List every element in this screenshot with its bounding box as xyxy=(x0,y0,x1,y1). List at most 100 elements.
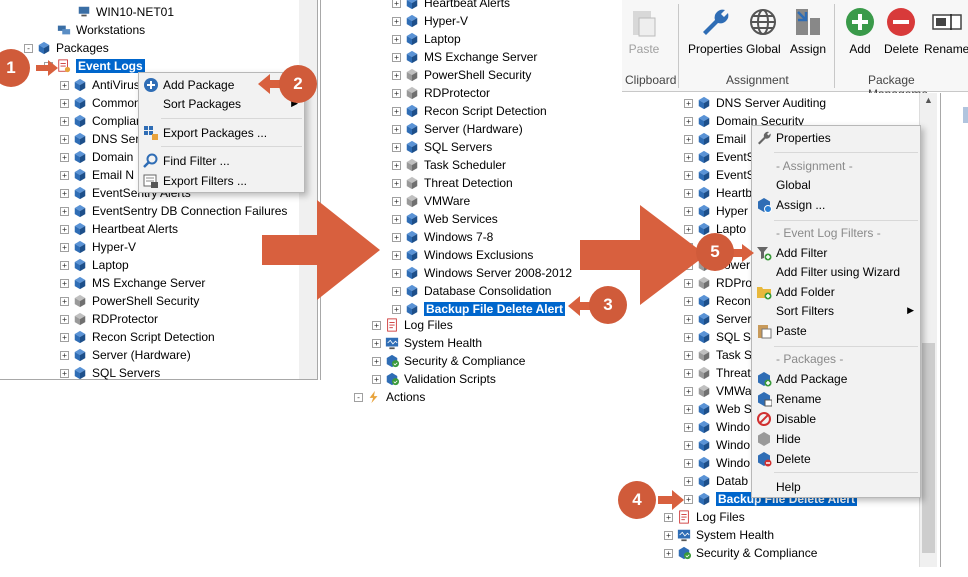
tree-item[interactable]: + PowerShell Security xyxy=(60,292,199,310)
tree-item[interactable]: + Threat xyxy=(684,364,751,382)
expand-toggle-icon[interactable]: + xyxy=(60,332,69,342)
expand-toggle-icon[interactable]: + xyxy=(392,70,401,80)
tree-item[interactable]: + Domain xyxy=(60,148,133,166)
expand-toggle-icon[interactable]: + xyxy=(60,188,69,198)
expand-toggle-icon[interactable]: + xyxy=(392,124,401,134)
tree-item[interactable]: + EventS xyxy=(684,166,755,184)
expand-toggle-icon[interactable]: + xyxy=(684,98,693,108)
expand-toggle-icon[interactable]: + xyxy=(684,188,693,198)
expand-toggle-icon[interactable]: + xyxy=(392,214,401,224)
ribbon-properties-button[interactable]: Properties xyxy=(688,6,743,56)
menu-item-find-filter[interactable]: Find Filter ... xyxy=(139,151,304,171)
menu-item-add-folder[interactable]: Add Folder xyxy=(752,282,920,302)
tree-item[interactable]: + RDProtector xyxy=(392,84,490,102)
expand-toggle-icon[interactable]: + xyxy=(392,268,401,278)
tree-item-security-compliance[interactable]: + Security & Compliance xyxy=(664,544,817,562)
expand-toggle-icon[interactable]: + xyxy=(392,106,401,116)
expand-toggle-icon[interactable]: + xyxy=(684,458,693,468)
menu-item-add-filter-wizard[interactable]: Add Filter using Wizard xyxy=(752,262,920,282)
scroll-thumb[interactable] xyxy=(922,343,935,553)
tree-item-validation-scripts[interactable]: + Validation Scripts xyxy=(372,370,496,388)
tree-item[interactable]: + Windo xyxy=(684,436,750,454)
expand-toggle-icon[interactable]: + xyxy=(392,178,401,188)
tree-item[interactable]: + Web S xyxy=(684,400,752,418)
tree-item[interactable]: + Server (Hardware) xyxy=(392,120,523,138)
menu-item-help[interactable]: Help xyxy=(752,477,920,497)
expand-toggle-icon[interactable]: + xyxy=(372,374,381,384)
tree-item[interactable]: + VMWare xyxy=(392,192,470,210)
tree-item[interactable]: + Heartbeat Alerts xyxy=(392,0,510,12)
tree-item[interactable]: + Heartb xyxy=(684,184,752,202)
tree-item-actions[interactable]: - Actions xyxy=(354,388,425,406)
tree-item[interactable]: WIN10-NET01 xyxy=(64,3,174,21)
tree-item[interactable]: + Windo xyxy=(684,418,750,436)
tree-item[interactable]: + DNS Server Auditing xyxy=(684,94,826,112)
tree-item[interactable]: - Packages xyxy=(24,39,109,57)
expand-toggle-icon[interactable]: + xyxy=(372,320,381,330)
tree-item[interactable]: Workstations xyxy=(44,21,145,39)
tree-item[interactable]: + Windows Server 2008-2012 xyxy=(392,264,572,282)
expand-toggle-icon[interactable]: + xyxy=(60,314,69,324)
menu-item-sort-filters[interactable]: Sort Filters ▶ xyxy=(752,301,920,321)
expand-toggle-icon[interactable]: + xyxy=(684,350,693,360)
menu-item-export-packages[interactable]: Export Packages ... xyxy=(139,123,304,143)
tree-item-event-logs[interactable]: -Event Logs xyxy=(44,57,145,75)
menu-item-paste[interactable]: Paste xyxy=(752,321,920,341)
expand-toggle-icon[interactable]: + xyxy=(60,296,69,306)
menu-item-delete[interactable]: Delete xyxy=(752,449,920,469)
tree-item[interactable]: + Task S xyxy=(684,346,752,364)
expand-toggle-icon[interactable]: + xyxy=(392,34,401,44)
expand-toggle-icon[interactable]: + xyxy=(60,206,69,216)
expand-toggle-icon[interactable]: + xyxy=(684,476,693,486)
expand-toggle-icon[interactable]: + xyxy=(664,512,673,522)
tree-item[interactable]: + Recon Script Detection xyxy=(392,102,547,120)
expand-toggle-icon[interactable]: + xyxy=(684,494,693,504)
expand-toggle-icon[interactable]: + xyxy=(60,134,69,144)
tree-item[interactable]: + Task Scheduler xyxy=(392,156,506,174)
expand-toggle-icon[interactable]: + xyxy=(392,16,401,26)
ribbon-rename-button[interactable]: Rename xyxy=(924,6,968,56)
tree-item[interactable]: + Database Consolidation xyxy=(392,282,551,300)
tree-item-log-files[interactable]: + Log Files xyxy=(372,316,453,334)
expand-toggle-icon[interactable]: + xyxy=(60,278,69,288)
menu-item-export-filters[interactable]: Export Filters ... xyxy=(139,171,304,191)
expand-toggle-icon[interactable]: + xyxy=(372,356,381,366)
expand-toggle-icon[interactable]: + xyxy=(684,440,693,450)
expand-toggle-icon[interactable]: + xyxy=(392,88,401,98)
tree-item[interactable]: + Recon Script Detection xyxy=(60,328,215,346)
expand-toggle-icon[interactable]: + xyxy=(684,116,693,126)
tree-item[interactable]: + Web Services xyxy=(392,210,498,228)
expand-toggle-icon[interactable]: + xyxy=(684,152,693,162)
expand-toggle-icon[interactable]: + xyxy=(684,314,693,324)
expand-toggle-icon[interactable]: + xyxy=(392,286,401,296)
ribbon-assign-button[interactable]: Assign xyxy=(790,6,826,56)
tree-item-security-compliance[interactable]: + Security & Compliance xyxy=(372,352,525,370)
expand-toggle-icon[interactable]: + xyxy=(392,250,401,260)
tree-item[interactable]: + PowerShell Security xyxy=(392,66,531,84)
expand-toggle-icon[interactable]: + xyxy=(60,116,69,126)
menu-item-global[interactable]: Global xyxy=(752,175,920,195)
menu-item-add-filter[interactable]: Add Filter xyxy=(752,243,920,263)
expand-toggle-icon[interactable]: + xyxy=(60,98,69,108)
tree-item[interactable]: + SQL Servers xyxy=(60,364,160,382)
scroll-up-arrow-icon[interactable]: ▲ xyxy=(924,95,933,105)
tree-item[interactable]: + EventSentry DB Connection Failures xyxy=(60,202,287,220)
tree-item-system-health[interactable]: + System Health xyxy=(664,526,774,544)
tree-item[interactable]: + Common xyxy=(60,94,141,112)
expand-toggle-icon[interactable]: + xyxy=(60,224,69,234)
expand-toggle-icon[interactable]: + xyxy=(392,52,401,62)
expand-toggle-icon[interactable]: + xyxy=(392,0,401,8)
tree-item[interactable]: + Hyper-V xyxy=(392,12,468,30)
tree-item[interactable]: + SQL Se xyxy=(684,328,758,346)
expand-toggle-icon[interactable]: + xyxy=(684,368,693,378)
expand-toggle-icon[interactable]: + xyxy=(664,530,673,540)
tree-item[interactable]: + Server (Hardware) xyxy=(60,346,191,364)
expand-toggle-icon[interactable]: + xyxy=(664,548,673,558)
tree-item[interactable]: + Windo xyxy=(684,454,750,472)
tree-item[interactable]: + SQL Servers xyxy=(392,138,492,156)
expand-toggle-icon[interactable]: + xyxy=(60,80,69,90)
tree-item[interactable]: + VMWa xyxy=(684,382,752,400)
tree-item[interactable]: + Laptop xyxy=(60,256,129,274)
menu-item-add-package[interactable]: Add Package xyxy=(752,369,920,389)
tree-item[interactable]: + Heartbeat Alerts xyxy=(60,220,178,238)
